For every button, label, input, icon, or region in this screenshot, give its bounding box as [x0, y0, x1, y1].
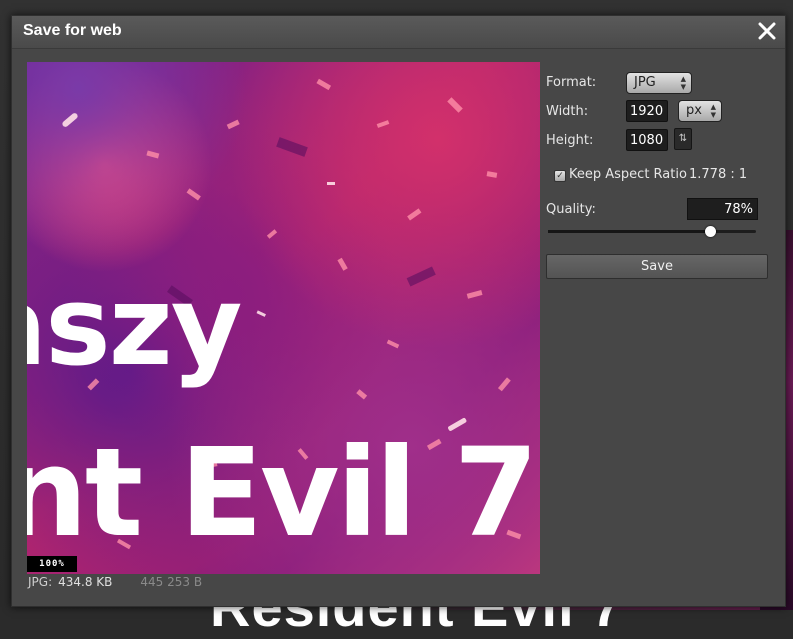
save-button[interactable]: Save — [546, 254, 768, 279]
quality-slider-thumb[interactable] — [705, 226, 717, 237]
quality-slider[interactable] — [548, 226, 756, 237]
quality-input[interactable]: 78% — [687, 198, 758, 220]
updown-arrows-icon: ▲ ▼ — [710, 103, 716, 119]
format-select-value: JPG — [634, 75, 656, 90]
height-label: Height: — [546, 133, 594, 148]
preview-text-line-1: aszy — [27, 262, 242, 390]
close-icon[interactable] — [755, 19, 779, 43]
width-label: Width: — [546, 104, 589, 119]
image-preview[interactable]: aszy nt Evil 7 — [27, 62, 540, 574]
unit-select-value: px — [686, 103, 702, 118]
quality-label: Quality: — [546, 202, 596, 217]
save-for-web-dialog: Save for web szy nt Evil 7 100% JPG: 434… — [11, 15, 786, 607]
checkmark-icon: ✓ — [556, 171, 564, 181]
height-input[interactable]: 1080 — [626, 129, 668, 151]
zoom-level-badge: 100% — [27, 556, 77, 572]
file-size-kb: 434.8 KB — [58, 575, 113, 589]
file-format-label: JPG: — [28, 575, 53, 589]
file-size-bytes: 445 253 B — [140, 575, 203, 589]
keep-aspect-label: Keep Aspect Ratio — [569, 167, 687, 182]
keep-aspect-checkbox[interactable]: ✓ — [554, 170, 566, 182]
dialog-titlebar: Save for web — [12, 16, 785, 49]
quality-slider-fill — [548, 230, 711, 233]
file-size-info: JPG: 434.8 KB 445 253 B — [28, 575, 202, 589]
format-select[interactable]: JPG ▲ ▼ — [626, 72, 692, 94]
preview-text-line-2: nt Evil 7 — [27, 422, 539, 564]
swap-dimensions-icon[interactable]: ⇅ — [674, 128, 692, 150]
aspect-ratio-value: 1.778 : 1 — [689, 167, 748, 182]
format-label: Format: — [546, 75, 597, 90]
updown-arrows-icon: ▲ ▼ — [680, 75, 686, 91]
width-input[interactable]: 1920 — [626, 100, 668, 122]
dialog-title: Save for web — [23, 22, 122, 39]
unit-select[interactable]: px ▲ ▼ — [678, 100, 722, 122]
